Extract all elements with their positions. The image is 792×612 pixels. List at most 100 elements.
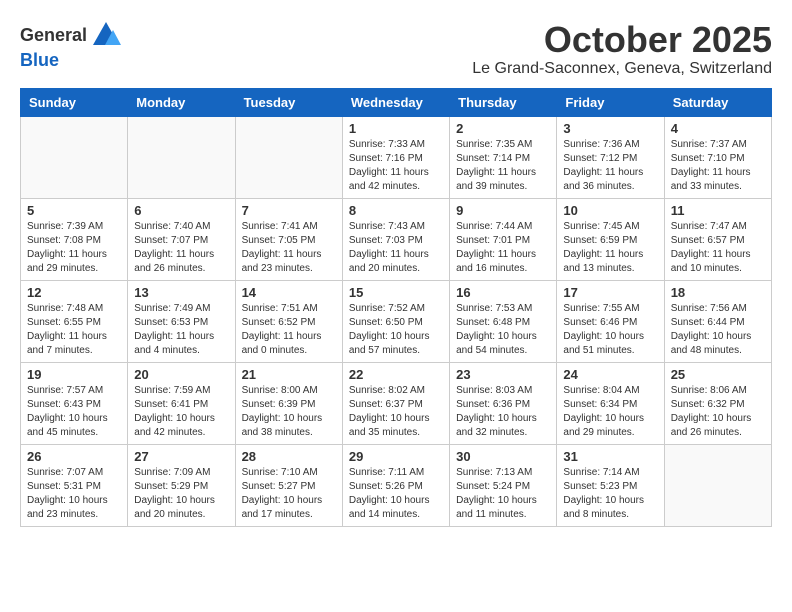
sunset-text: Sunset: 6:32 PM	[671, 399, 745, 410]
sunset-text: Sunset: 7:01 PM	[456, 235, 530, 246]
sunset-text: Sunset: 7:16 PM	[349, 153, 423, 164]
calendar-cell: 15 Sunrise: 7:52 AM Sunset: 6:50 PM Dayl…	[342, 280, 449, 362]
sunset-text: Sunset: 6:39 PM	[242, 399, 316, 410]
daylight-text: Daylight: 10 hours and 51 minutes.	[563, 331, 644, 356]
calendar-cell	[235, 116, 342, 198]
sunrise-text: Sunrise: 7:57 AM	[27, 385, 103, 396]
day-number: 19	[27, 367, 121, 382]
day-number: 11	[671, 203, 765, 218]
day-info: Sunrise: 7:09 AM Sunset: 5:29 PM Dayligh…	[134, 466, 228, 522]
sunset-text: Sunset: 5:23 PM	[563, 481, 637, 492]
day-number: 20	[134, 367, 228, 382]
sunrise-text: Sunrise: 8:04 AM	[563, 385, 639, 396]
calendar-cell: 8 Sunrise: 7:43 AM Sunset: 7:03 PM Dayli…	[342, 198, 449, 280]
sunset-text: Sunset: 6:41 PM	[134, 399, 208, 410]
weekday-header: Wednesday	[342, 88, 449, 116]
calendar-cell	[21, 116, 128, 198]
sunrise-text: Sunrise: 7:39 AM	[27, 221, 103, 232]
sunset-text: Sunset: 5:24 PM	[456, 481, 530, 492]
calendar-cell: 7 Sunrise: 7:41 AM Sunset: 7:05 PM Dayli…	[235, 198, 342, 280]
weekday-header: Friday	[557, 88, 664, 116]
day-info: Sunrise: 7:11 AM Sunset: 5:26 PM Dayligh…	[349, 466, 443, 522]
daylight-text: Daylight: 11 hours and 13 minutes.	[563, 249, 643, 274]
logo-blue: Blue	[20, 50, 59, 70]
daylight-text: Daylight: 11 hours and 29 minutes.	[27, 249, 107, 274]
calendar-cell: 18 Sunrise: 7:56 AM Sunset: 6:44 PM Dayl…	[664, 280, 771, 362]
daylight-text: Daylight: 11 hours and 4 minutes.	[134, 331, 214, 356]
day-number: 29	[349, 449, 443, 464]
sunrise-text: Sunrise: 7:52 AM	[349, 303, 425, 314]
sunset-text: Sunset: 6:59 PM	[563, 235, 637, 246]
day-number: 24	[563, 367, 657, 382]
page-header: General Blue October 2025 Le Grand-Sacon…	[20, 20, 772, 78]
calendar-week-row: 1 Sunrise: 7:33 AM Sunset: 7:16 PM Dayli…	[21, 116, 772, 198]
sunset-text: Sunset: 7:10 PM	[671, 153, 745, 164]
calendar-cell: 12 Sunrise: 7:48 AM Sunset: 6:55 PM Dayl…	[21, 280, 128, 362]
day-number: 21	[242, 367, 336, 382]
day-info: Sunrise: 7:45 AM Sunset: 6:59 PM Dayligh…	[563, 220, 657, 276]
sunrise-text: Sunrise: 7:53 AM	[456, 303, 532, 314]
sunset-text: Sunset: 6:43 PM	[27, 399, 101, 410]
day-number: 13	[134, 285, 228, 300]
sunrise-text: Sunrise: 7:33 AM	[349, 139, 425, 150]
day-info: Sunrise: 8:06 AM Sunset: 6:32 PM Dayligh…	[671, 384, 765, 440]
calendar-cell: 14 Sunrise: 7:51 AM Sunset: 6:52 PM Dayl…	[235, 280, 342, 362]
day-info: Sunrise: 7:47 AM Sunset: 6:57 PM Dayligh…	[671, 220, 765, 276]
day-info: Sunrise: 7:51 AM Sunset: 6:52 PM Dayligh…	[242, 302, 336, 358]
calendar-cell: 21 Sunrise: 8:00 AM Sunset: 6:39 PM Dayl…	[235, 362, 342, 444]
sunrise-text: Sunrise: 7:37 AM	[671, 139, 747, 150]
day-info: Sunrise: 7:39 AM Sunset: 7:08 PM Dayligh…	[27, 220, 121, 276]
sunrise-text: Sunrise: 7:09 AM	[134, 467, 210, 478]
daylight-text: Daylight: 10 hours and 57 minutes.	[349, 331, 430, 356]
day-number: 1	[349, 121, 443, 136]
calendar-cell	[664, 444, 771, 526]
day-number: 28	[242, 449, 336, 464]
day-number: 17	[563, 285, 657, 300]
sunrise-text: Sunrise: 7:56 AM	[671, 303, 747, 314]
day-number: 16	[456, 285, 550, 300]
day-info: Sunrise: 7:57 AM Sunset: 6:43 PM Dayligh…	[27, 384, 121, 440]
sunrise-text: Sunrise: 7:11 AM	[349, 467, 424, 478]
sunrise-text: Sunrise: 7:13 AM	[456, 467, 532, 478]
day-info: Sunrise: 7:10 AM Sunset: 5:27 PM Dayligh…	[242, 466, 336, 522]
daylight-text: Daylight: 10 hours and 29 minutes.	[563, 413, 644, 438]
day-info: Sunrise: 7:48 AM Sunset: 6:55 PM Dayligh…	[27, 302, 121, 358]
day-info: Sunrise: 7:44 AM Sunset: 7:01 PM Dayligh…	[456, 220, 550, 276]
daylight-text: Daylight: 10 hours and 45 minutes.	[27, 413, 108, 438]
sunrise-text: Sunrise: 8:00 AM	[242, 385, 318, 396]
title-section: October 2025 Le Grand-Saconnex, Geneva, …	[472, 20, 772, 78]
calendar-cell: 17 Sunrise: 7:55 AM Sunset: 6:46 PM Dayl…	[557, 280, 664, 362]
daylight-text: Daylight: 10 hours and 35 minutes.	[349, 413, 430, 438]
daylight-text: Daylight: 11 hours and 26 minutes.	[134, 249, 214, 274]
daylight-text: Daylight: 11 hours and 39 minutes.	[456, 167, 536, 192]
day-number: 10	[563, 203, 657, 218]
calendar-cell: 23 Sunrise: 8:03 AM Sunset: 6:36 PM Dayl…	[450, 362, 557, 444]
day-number: 12	[27, 285, 121, 300]
calendar-cell: 1 Sunrise: 7:33 AM Sunset: 7:16 PM Dayli…	[342, 116, 449, 198]
daylight-text: Daylight: 10 hours and 11 minutes.	[456, 495, 537, 520]
calendar-cell: 16 Sunrise: 7:53 AM Sunset: 6:48 PM Dayl…	[450, 280, 557, 362]
daylight-text: Daylight: 10 hours and 8 minutes.	[563, 495, 644, 520]
sunset-text: Sunset: 7:05 PM	[242, 235, 316, 246]
day-info: Sunrise: 7:13 AM Sunset: 5:24 PM Dayligh…	[456, 466, 550, 522]
day-number: 9	[456, 203, 550, 218]
daylight-text: Daylight: 11 hours and 10 minutes.	[671, 249, 751, 274]
sunrise-text: Sunrise: 7:35 AM	[456, 139, 532, 150]
day-info: Sunrise: 7:55 AM Sunset: 6:46 PM Dayligh…	[563, 302, 657, 358]
sunrise-text: Sunrise: 7:49 AM	[134, 303, 210, 314]
logo: General Blue	[20, 20, 121, 71]
calendar-cell: 3 Sunrise: 7:36 AM Sunset: 7:12 PM Dayli…	[557, 116, 664, 198]
day-number: 30	[456, 449, 550, 464]
weekday-header: Sunday	[21, 88, 128, 116]
weekday-header: Tuesday	[235, 88, 342, 116]
calendar-cell: 22 Sunrise: 8:02 AM Sunset: 6:37 PM Dayl…	[342, 362, 449, 444]
sunrise-text: Sunrise: 8:02 AM	[349, 385, 425, 396]
sunrise-text: Sunrise: 7:14 AM	[563, 467, 639, 478]
day-number: 3	[563, 121, 657, 136]
sunset-text: Sunset: 6:48 PM	[456, 317, 530, 328]
day-info: Sunrise: 8:03 AM Sunset: 6:36 PM Dayligh…	[456, 384, 550, 440]
day-info: Sunrise: 7:36 AM Sunset: 7:12 PM Dayligh…	[563, 138, 657, 194]
day-number: 4	[671, 121, 765, 136]
sunrise-text: Sunrise: 8:06 AM	[671, 385, 747, 396]
calendar-week-row: 12 Sunrise: 7:48 AM Sunset: 6:55 PM Dayl…	[21, 280, 772, 362]
